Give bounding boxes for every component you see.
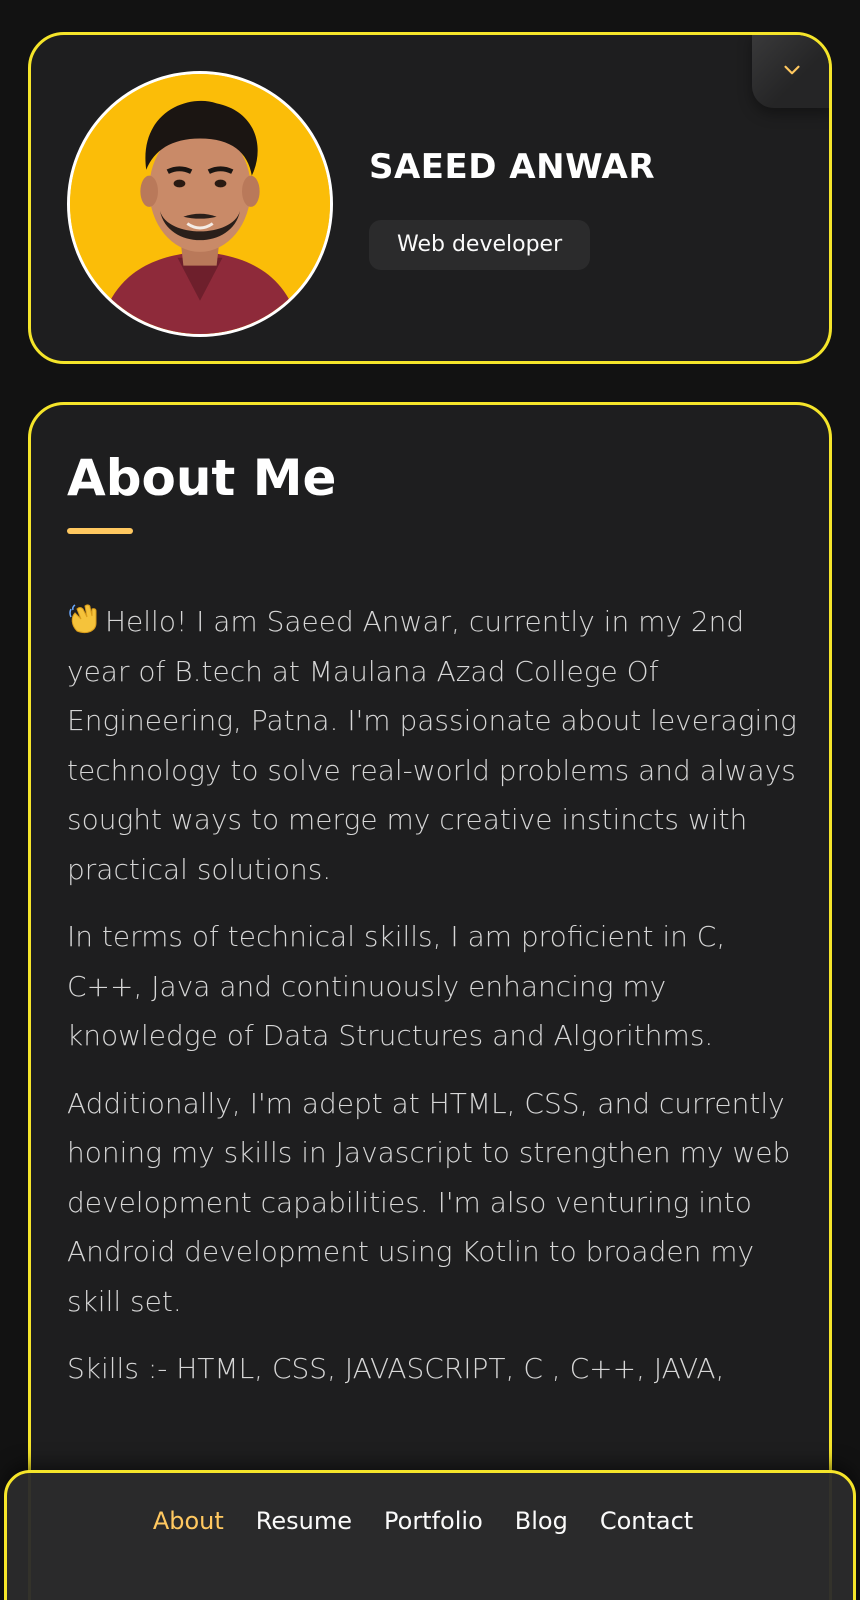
chevron-down-icon: [784, 65, 800, 75]
waving-hand-icon: [69, 604, 97, 634]
about-paragraph-3: Additionally, I'm adept at HTML, CSS, an…: [67, 1086, 791, 1318]
show-contacts-button[interactable]: [752, 35, 829, 108]
nav-link-portfolio[interactable]: Portfolio: [384, 1507, 483, 1535]
about-paragraph-2: In terms of technical skills, I am profi…: [67, 920, 726, 1052]
about-card: About Me Hello! I am Saeed Anwar, curren…: [28, 402, 832, 1600]
about-paragraph-1: Hello! I am Saeed Anwar, currently in my…: [67, 605, 797, 886]
profile-name: SAEED ANWAR: [369, 147, 656, 187]
avatar: [67, 71, 333, 337]
nav-link-contact[interactable]: Contact: [600, 1507, 693, 1535]
nav-link-about[interactable]: About: [153, 1507, 224, 1535]
avatar-photo: [70, 74, 330, 334]
navbar-list: About Resume Portfolio Blog Contact: [7, 1473, 853, 1600]
nav-link-resume[interactable]: Resume: [256, 1507, 352, 1535]
skills-line: Skills :- HTML, CSS, JAVASCRIPT, C , C++…: [67, 1352, 725, 1385]
nav-link-blog[interactable]: Blog: [515, 1507, 568, 1535]
profile-title-badge: Web developer: [369, 220, 591, 270]
profile-card: SAEED ANWAR Web developer: [28, 32, 832, 364]
page: SAEED ANWAR Web developer About Me Hello…: [0, 0, 860, 1600]
about-paragraph: Hello! I am Saeed Anwar, currently in my…: [67, 597, 807, 894]
about-heading: About Me: [67, 449, 337, 507]
about-text: Hello! I am Saeed Anwar, currently in my…: [67, 597, 807, 1412]
bottom-navbar: About Resume Portfolio Blog Contact: [4, 1470, 856, 1600]
heading-underline: [67, 528, 133, 534]
